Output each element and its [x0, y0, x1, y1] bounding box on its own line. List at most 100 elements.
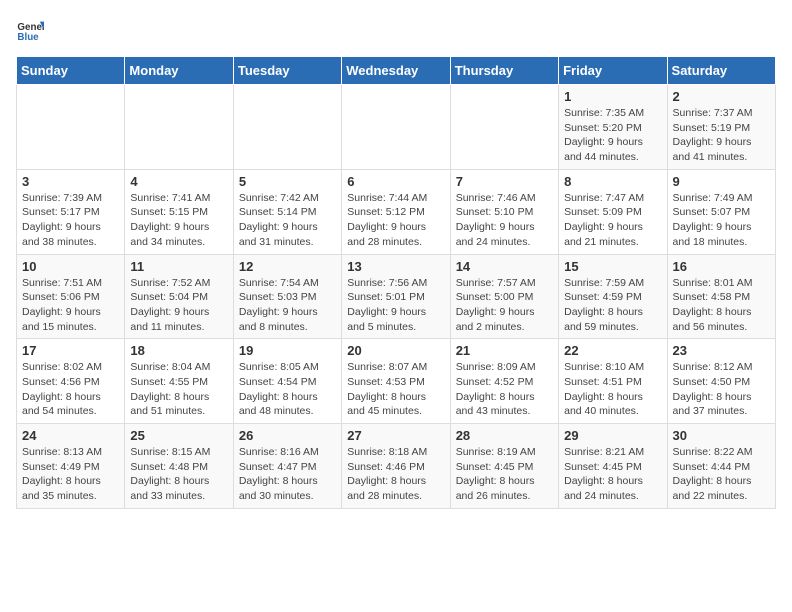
day-cell: 15 Sunrise: 7:59 AMSunset: 4:59 PMDayligh…	[559, 254, 667, 339]
day-cell: 17 Sunrise: 8:02 AMSunset: 4:56 PMDayligh…	[17, 339, 125, 424]
day-info: Sunrise: 7:41 AMSunset: 5:15 PMDaylight:…	[130, 191, 227, 250]
day-number: 5	[239, 174, 336, 189]
header-wednesday: Wednesday	[342, 57, 450, 85]
day-cell: 6 Sunrise: 7:44 AMSunset: 5:12 PMDaylight…	[342, 169, 450, 254]
day-info: Sunrise: 8:18 AMSunset: 4:46 PMDaylight:…	[347, 445, 444, 504]
day-info: Sunrise: 7:52 AMSunset: 5:04 PMDaylight:…	[130, 276, 227, 335]
day-cell: 11 Sunrise: 7:52 AMSunset: 5:04 PMDayligh…	[125, 254, 233, 339]
day-info: Sunrise: 7:56 AMSunset: 5:01 PMDaylight:…	[347, 276, 444, 335]
logo-icon: General Blue	[16, 16, 44, 44]
day-info: Sunrise: 8:21 AMSunset: 4:45 PMDaylight:…	[564, 445, 661, 504]
day-info: Sunrise: 8:16 AMSunset: 4:47 PMDaylight:…	[239, 445, 336, 504]
day-cell: 24 Sunrise: 8:13 AMSunset: 4:49 PMDayligh…	[17, 424, 125, 509]
day-info: Sunrise: 7:59 AMSunset: 4:59 PMDaylight:…	[564, 276, 661, 335]
day-cell: 7 Sunrise: 7:46 AMSunset: 5:10 PMDaylight…	[450, 169, 558, 254]
day-info: Sunrise: 8:12 AMSunset: 4:50 PMDaylight:…	[673, 360, 770, 419]
day-cell: 5 Sunrise: 7:42 AMSunset: 5:14 PMDaylight…	[233, 169, 341, 254]
day-cell: 1 Sunrise: 7:35 AMSunset: 5:20 PMDaylight…	[559, 85, 667, 170]
day-number: 26	[239, 428, 336, 443]
day-number: 11	[130, 259, 227, 274]
day-info: Sunrise: 7:57 AMSunset: 5:00 PMDaylight:…	[456, 276, 553, 335]
day-number: 3	[22, 174, 119, 189]
header-monday: Monday	[125, 57, 233, 85]
day-cell: 14 Sunrise: 7:57 AMSunset: 5:00 PMDayligh…	[450, 254, 558, 339]
week-row-3: 10 Sunrise: 7:51 AMSunset: 5:06 PMDayligh…	[17, 254, 776, 339]
day-info: Sunrise: 8:13 AMSunset: 4:49 PMDaylight:…	[22, 445, 119, 504]
day-cell: 29 Sunrise: 8:21 AMSunset: 4:45 PMDayligh…	[559, 424, 667, 509]
day-cell: 4Sunrise: 7:41 AMSunset: 5:15 PMDaylight…	[125, 169, 233, 254]
svg-text:Blue: Blue	[17, 32, 39, 43]
header-saturday: Saturday	[667, 57, 775, 85]
day-number: 30	[673, 428, 770, 443]
day-number: 23	[673, 343, 770, 358]
day-number: 14	[456, 259, 553, 274]
day-cell: 9 Sunrise: 7:49 AMSunset: 5:07 PMDaylight…	[667, 169, 775, 254]
calendar-table: SundayMondayTuesdayWednesdayThursdayFrid…	[16, 56, 776, 509]
day-cell	[125, 85, 233, 170]
day-info: Sunrise: 8:07 AMSunset: 4:53 PMDaylight:…	[347, 360, 444, 419]
day-number: 29	[564, 428, 661, 443]
week-row-2: 3 Sunrise: 7:39 AMSunset: 5:17 PMDaylight…	[17, 169, 776, 254]
day-info: Sunrise: 7:42 AMSunset: 5:14 PMDaylight:…	[239, 191, 336, 250]
day-cell: 16 Sunrise: 8:01 AMSunset: 4:58 PMDayligh…	[667, 254, 775, 339]
day-cell: 25Sunrise: 8:15 AMSunset: 4:48 PMDayligh…	[125, 424, 233, 509]
day-cell: 2 Sunrise: 7:37 AMSunset: 5:19 PMDaylight…	[667, 85, 775, 170]
day-number: 17	[22, 343, 119, 358]
day-number: 15	[564, 259, 661, 274]
day-number: 27	[347, 428, 444, 443]
day-info: Sunrise: 7:49 AMSunset: 5:07 PMDaylight:…	[673, 191, 770, 250]
day-cell: 22Sunrise: 8:10 AMSunset: 4:51 PMDayligh…	[559, 339, 667, 424]
day-number: 8	[564, 174, 661, 189]
day-number: 1	[564, 89, 661, 104]
day-number: 18	[130, 343, 227, 358]
day-cell: 21Sunrise: 8:09 AMSunset: 4:52 PMDayligh…	[450, 339, 558, 424]
day-info: Sunrise: 8:02 AMSunset: 4:56 PMDaylight:…	[22, 360, 119, 419]
day-info: Sunrise: 7:39 AMSunset: 5:17 PMDaylight:…	[22, 191, 119, 250]
day-number: 13	[347, 259, 444, 274]
day-cell: 3 Sunrise: 7:39 AMSunset: 5:17 PMDaylight…	[17, 169, 125, 254]
day-info: Sunrise: 7:46 AMSunset: 5:10 PMDaylight:…	[456, 191, 553, 250]
day-info: Sunrise: 7:54 AMSunset: 5:03 PMDaylight:…	[239, 276, 336, 335]
day-number: 2	[673, 89, 770, 104]
day-info: Sunrise: 8:10 AMSunset: 4:51 PMDaylight:…	[564, 360, 661, 419]
day-cell	[17, 85, 125, 170]
day-cell: 27 Sunrise: 8:18 AMSunset: 4:46 PMDayligh…	[342, 424, 450, 509]
day-number: 25	[130, 428, 227, 443]
day-number: 24	[22, 428, 119, 443]
day-number: 9	[673, 174, 770, 189]
day-cell: 12 Sunrise: 7:54 AMSunset: 5:03 PMDayligh…	[233, 254, 341, 339]
day-number: 12	[239, 259, 336, 274]
day-cell: 28 Sunrise: 8:19 AMSunset: 4:45 PMDayligh…	[450, 424, 558, 509]
day-number: 28	[456, 428, 553, 443]
day-number: 7	[456, 174, 553, 189]
day-info: Sunrise: 8:01 AMSunset: 4:58 PMDaylight:…	[673, 276, 770, 335]
day-info: Sunrise: 7:51 AMSunset: 5:06 PMDaylight:…	[22, 276, 119, 335]
day-info: Sunrise: 7:44 AMSunset: 5:12 PMDaylight:…	[347, 191, 444, 250]
day-number: 6	[347, 174, 444, 189]
day-info: Sunrise: 7:35 AMSunset: 5:20 PMDaylight:…	[564, 106, 661, 165]
week-row-5: 24 Sunrise: 8:13 AMSunset: 4:49 PMDayligh…	[17, 424, 776, 509]
day-cell: 10 Sunrise: 7:51 AMSunset: 5:06 PMDayligh…	[17, 254, 125, 339]
day-number: 20	[347, 343, 444, 358]
header-sunday: Sunday	[17, 57, 125, 85]
day-info: Sunrise: 8:22 AMSunset: 4:44 PMDaylight:…	[673, 445, 770, 504]
day-info: Sunrise: 8:04 AMSunset: 4:55 PMDaylight:…	[130, 360, 227, 419]
logo: General Blue	[16, 16, 48, 44]
header-friday: Friday	[559, 57, 667, 85]
week-row-4: 17 Sunrise: 8:02 AMSunset: 4:56 PMDayligh…	[17, 339, 776, 424]
day-info: Sunrise: 8:19 AMSunset: 4:45 PMDaylight:…	[456, 445, 553, 504]
header-thursday: Thursday	[450, 57, 558, 85]
day-cell: 30 Sunrise: 8:22 AMSunset: 4:44 PMDayligh…	[667, 424, 775, 509]
day-info: Sunrise: 7:37 AMSunset: 5:19 PMDaylight:…	[673, 106, 770, 165]
day-number: 10	[22, 259, 119, 274]
day-number: 16	[673, 259, 770, 274]
day-cell	[342, 85, 450, 170]
header-tuesday: Tuesday	[233, 57, 341, 85]
day-info: Sunrise: 7:47 AMSunset: 5:09 PMDaylight:…	[564, 191, 661, 250]
day-cell	[233, 85, 341, 170]
day-cell	[450, 85, 558, 170]
day-cell: 23 Sunrise: 8:12 AMSunset: 4:50 PMDayligh…	[667, 339, 775, 424]
day-info: Sunrise: 8:09 AMSunset: 4:52 PMDaylight:…	[456, 360, 553, 419]
calendar-header-row: SundayMondayTuesdayWednesdayThursdayFrid…	[17, 57, 776, 85]
day-cell: 18 Sunrise: 8:04 AMSunset: 4:55 PMDayligh…	[125, 339, 233, 424]
